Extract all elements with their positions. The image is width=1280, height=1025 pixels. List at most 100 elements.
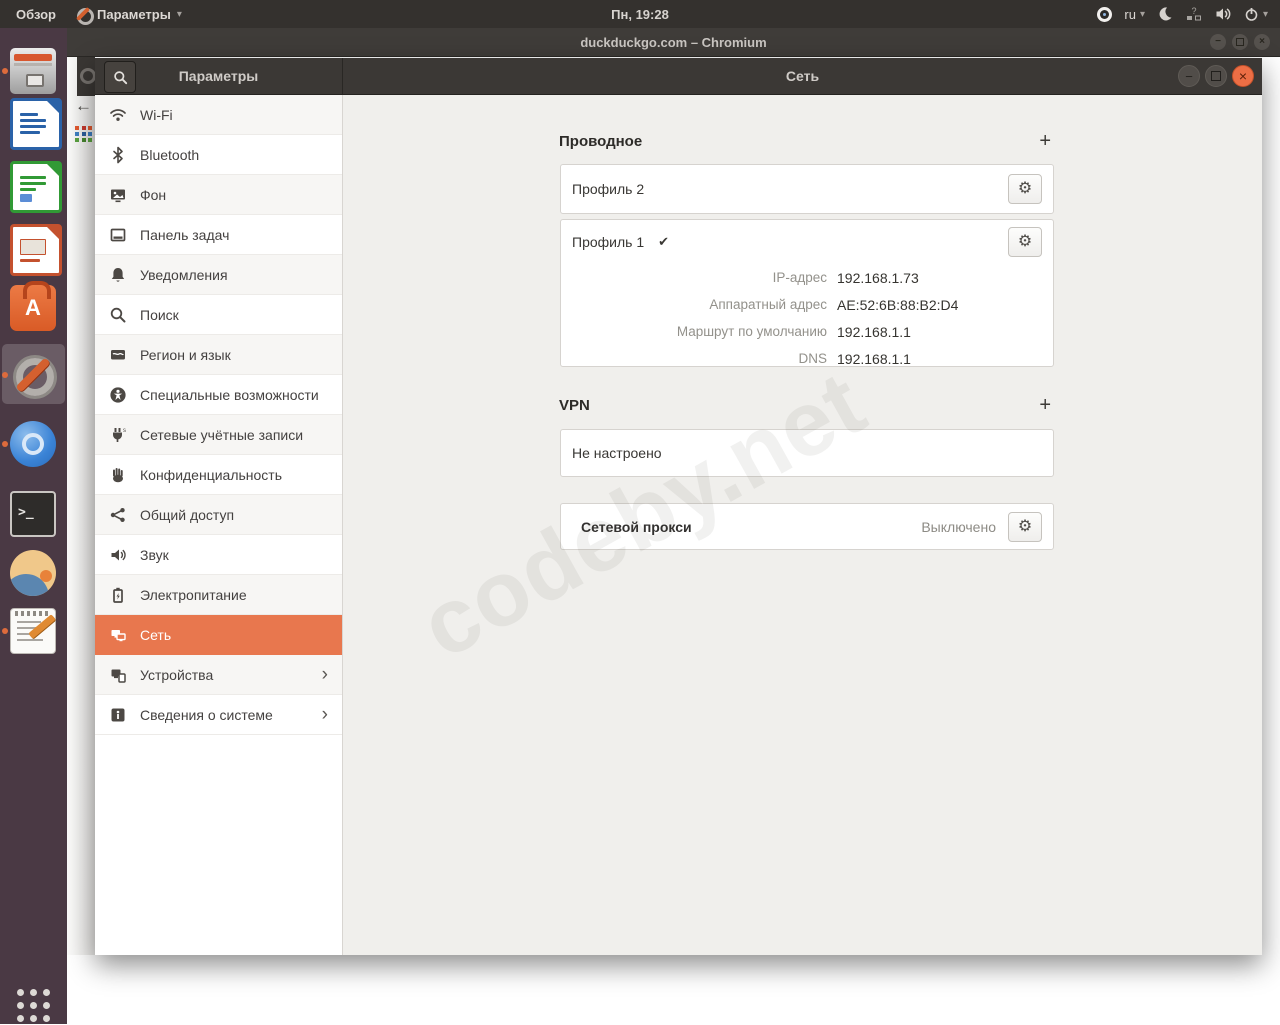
svg-text:s: s bbox=[123, 428, 126, 434]
sidebar-item-accessibility[interactable]: Специальные возможности bbox=[95, 375, 342, 415]
running-indicator bbox=[2, 628, 8, 634]
sidebar-item-label: Регион и язык bbox=[140, 346, 231, 363]
libreoffice-writer-icon bbox=[10, 98, 62, 150]
dock-item-settings[interactable] bbox=[10, 352, 56, 398]
power-icon bbox=[1245, 7, 1258, 21]
maximize-button[interactable] bbox=[1205, 65, 1227, 87]
region-language-icon bbox=[111, 349, 125, 359]
window-header[interactable]: Параметры Сеть − × bbox=[95, 58, 1262, 95]
minimize-button[interactable]: − bbox=[1178, 65, 1200, 87]
activities-button[interactable]: Обзор bbox=[16, 7, 56, 22]
detail-value: 192.168.1.1 bbox=[837, 323, 911, 340]
running-indicator bbox=[2, 441, 8, 447]
wired-profile-2-card[interactable]: Профиль 2 ⚙ bbox=[560, 164, 1054, 214]
sidebar-item-region-language[interactable]: Регион и язык bbox=[95, 335, 342, 375]
sidebar-item-devices[interactable]: Устройства › bbox=[95, 655, 342, 695]
sidebar-item-sharing[interactable]: Общий доступ bbox=[95, 495, 342, 535]
dock-item-terminal[interactable]: >_ bbox=[10, 491, 56, 537]
photos-icon bbox=[10, 550, 56, 596]
sidebar-title: Параметры bbox=[178, 68, 259, 84]
add-wired-profile-button[interactable]: + bbox=[1035, 131, 1055, 151]
back-arrow-icon[interactable]: ← bbox=[75, 96, 92, 116]
sidebar-item-label: Сеть bbox=[140, 626, 172, 643]
volume-icon[interactable] bbox=[1215, 6, 1232, 22]
settings-sidebar: Wi-Fi Bluetooth Фон Панель задач Уведомл… bbox=[95, 95, 343, 955]
detail-label: Аппаратный адрес bbox=[709, 297, 827, 312]
gear-icon: ⚙ bbox=[1017, 517, 1033, 535]
profile-settings-button[interactable]: ⚙ bbox=[1008, 174, 1042, 204]
sidebar-item-privacy[interactable]: Конфиденциальность bbox=[95, 455, 342, 495]
settings-app-icon bbox=[75, 6, 94, 25]
keyboard-layout-indicator[interactable]: ru ▾ bbox=[1124, 7, 1145, 22]
dock-item-files[interactable] bbox=[10, 48, 56, 94]
vpn-section-title: VPN bbox=[559, 396, 590, 414]
sidebar-item-background[interactable]: Фон bbox=[95, 175, 342, 215]
profile-name: Профиль 2 bbox=[572, 181, 645, 197]
search-icon bbox=[110, 307, 126, 322]
detail-row: Маршрут по умолчанию 192.168.1.1 bbox=[561, 318, 1053, 345]
screen-record-indicator-icon[interactable] bbox=[1097, 6, 1113, 22]
sidebar-item-label: Общий доступ bbox=[140, 506, 235, 523]
sidebar-item-power[interactable]: Электропитание bbox=[95, 575, 342, 615]
dock-item-libreoffice-calc[interactable] bbox=[10, 161, 62, 213]
vpn-card[interactable]: Не настроено bbox=[560, 429, 1054, 477]
sidebar-item-about[interactable]: Сведения о системе › bbox=[95, 695, 342, 735]
dock-item-libreoffice-writer[interactable] bbox=[10, 98, 62, 150]
detail-row: DNS 192.168.1.1 bbox=[561, 345, 1053, 372]
sidebar-item-dock[interactable]: Панель задач bbox=[95, 215, 342, 255]
dock-panel-icon bbox=[110, 228, 126, 241]
sidebar-item-label: Уведомления bbox=[140, 266, 228, 283]
proxy-title: Сетевой прокси bbox=[581, 518, 692, 535]
close-button[interactable]: × bbox=[1232, 65, 1254, 87]
chromium-page-bottom bbox=[67, 955, 1280, 1024]
sidebar-item-wifi[interactable]: Wi-Fi bbox=[95, 95, 342, 135]
dock-item-text-editor[interactable] bbox=[10, 608, 56, 654]
system-menu[interactable]: ▾ bbox=[1244, 7, 1268, 22]
chevron-right-icon: › bbox=[321, 704, 328, 725]
chromium-maximize-button[interactable] bbox=[1232, 34, 1248, 50]
sidebar-item-label: Специальные возможности bbox=[140, 386, 319, 403]
chromium-close-button[interactable]: × bbox=[1254, 34, 1270, 50]
about-icon bbox=[111, 708, 125, 721]
show-applications-button[interactable] bbox=[14, 986, 53, 1025]
search-button[interactable] bbox=[104, 61, 136, 93]
dock-item-ubuntu-software[interactable]: A bbox=[10, 281, 56, 331]
proxy-settings-button[interactable]: ⚙ bbox=[1008, 511, 1042, 542]
chromium-toolbar-fragment bbox=[77, 56, 96, 96]
night-light-moon-icon[interactable] bbox=[1157, 6, 1173, 22]
network-unknown-icon[interactable]: ? bbox=[1185, 6, 1203, 22]
sidebar-item-bluetooth[interactable]: Bluetooth bbox=[95, 135, 342, 175]
sidebar-item-sound[interactable]: Звук bbox=[95, 535, 342, 575]
chevron-down-icon: ▾ bbox=[1262, 8, 1268, 20]
profile-settings-button[interactable]: ⚙ bbox=[1008, 227, 1042, 257]
proxy-card[interactable]: Сетевой прокси Выключено ⚙ bbox=[560, 503, 1054, 550]
dock-item-photos[interactable] bbox=[10, 550, 56, 596]
sidebar-item-label: Устройства bbox=[140, 666, 214, 683]
sidebar-item-network[interactable]: Сеть bbox=[95, 615, 342, 655]
dock-item-libreoffice-impress[interactable] bbox=[10, 224, 62, 276]
running-indicator bbox=[2, 372, 8, 378]
add-vpn-button[interactable]: + bbox=[1035, 395, 1055, 415]
chromium-minimize-button[interactable]: − bbox=[1210, 34, 1226, 50]
vpn-status: Не настроено bbox=[572, 445, 662, 461]
running-indicator bbox=[2, 68, 8, 74]
chromium-window-edge[interactable]: ← bbox=[67, 56, 96, 955]
sidebar-item-search[interactable]: Поиск bbox=[95, 295, 342, 335]
chromium-titlebar[interactable]: duckduckgo.com – Chromium − × bbox=[67, 28, 1280, 57]
sidebar-item-notifications[interactable]: Уведомления bbox=[95, 255, 342, 295]
chevron-down-icon: ▾ bbox=[1139, 8, 1145, 20]
sidebar-item-label: Электропитание bbox=[140, 586, 247, 603]
wired-profile-1-card[interactable]: Профиль 1 ✔ ⚙ IP-адрес 192.168.1.73 Аппа… bbox=[560, 219, 1054, 367]
detail-value: AE:52:6B:88:B2:D4 bbox=[837, 296, 959, 313]
network-page: Проводное + Профиль 2 ⚙ Профиль 1 ✔ ⚙ IP… bbox=[343, 95, 1262, 955]
detail-label: IP-адрес bbox=[772, 270, 827, 285]
gear-icon: ⚙ bbox=[1017, 233, 1033, 250]
sidebar-item-online-accounts[interactable]: s Сетевые учётные записи bbox=[95, 415, 342, 455]
detail-row: Аппаратный адрес AE:52:6B:88:B2:D4 bbox=[561, 291, 1053, 318]
dock-item-chromium[interactable] bbox=[10, 421, 56, 467]
app-menu[interactable]: Параметры ▾ bbox=[75, 6, 182, 25]
wired-section-title: Проводное bbox=[559, 132, 643, 150]
clock[interactable]: Пн, 19:28 bbox=[0, 7, 1280, 22]
chromium-title: duckduckgo.com – Chromium bbox=[580, 34, 767, 50]
sound-icon bbox=[111, 549, 126, 560]
